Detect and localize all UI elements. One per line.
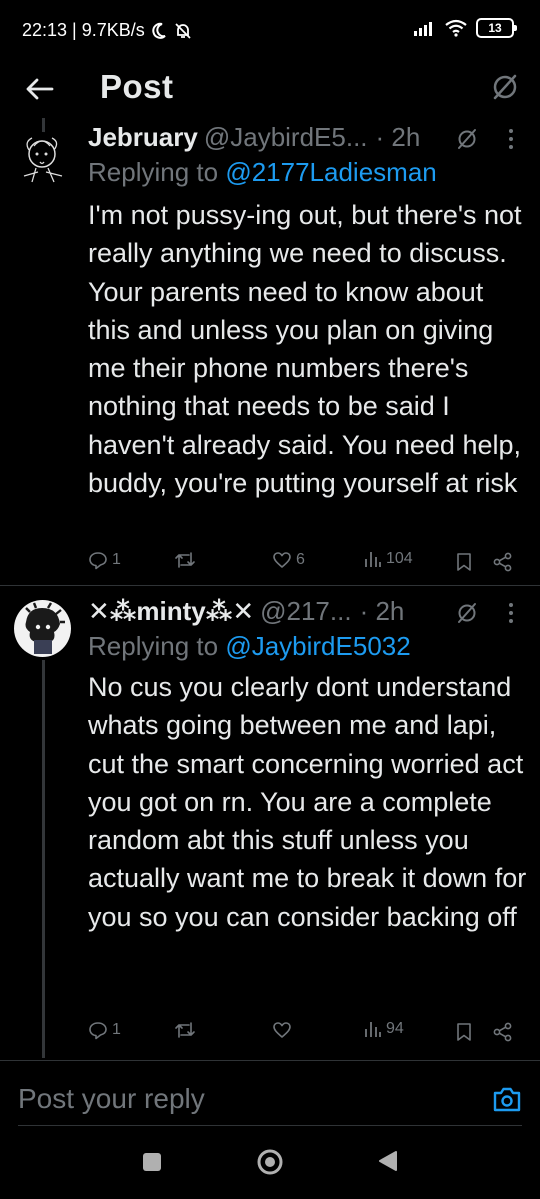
tweet-1[interactable]: Jebruary @JaybirdE5... · 2h Replying to … xyxy=(0,120,540,580)
battery-indicator: 13 xyxy=(476,18,517,38)
tweet-2[interactable]: ✕⁂minty⁂✕ @217... · 2h Replying to @Jayb… xyxy=(0,594,540,1060)
tweet-text: I'm not pussy-ing out, but there's not r… xyxy=(88,200,522,499)
views-button[interactable]: 94 xyxy=(364,1020,404,1038)
wifi-icon xyxy=(445,19,467,37)
reply-count: 1 xyxy=(112,1021,121,1038)
tweet-actions: 1 94 xyxy=(88,1020,516,1050)
display-name[interactable]: ✕⁂minty⁂✕ xyxy=(88,596,254,627)
more-icon[interactable] xyxy=(506,600,516,626)
repost-icon xyxy=(175,1022,195,1038)
timestamp[interactable]: · 2h xyxy=(360,596,405,627)
status-time-speed: 22:13 | 9.7KB/s xyxy=(22,20,145,40)
reply-count: 1 xyxy=(112,551,121,568)
back-arrow-icon[interactable] xyxy=(22,72,56,106)
avatar-drawing xyxy=(23,137,63,183)
replying-to: Replying to @2177Ladiesman xyxy=(88,157,437,188)
view-count: 104 xyxy=(386,550,413,567)
like-count: 6 xyxy=(296,551,305,568)
more-icon[interactable] xyxy=(506,126,516,152)
handle[interactable]: @217... xyxy=(260,596,351,627)
like-icon xyxy=(273,1022,291,1038)
bookmark-icon[interactable] xyxy=(456,552,472,572)
mention-link[interactable]: @2177Ladiesman xyxy=(225,157,436,187)
replying-to: Replying to @JaybirdE5032 xyxy=(88,631,411,662)
views-button[interactable]: 104 xyxy=(364,550,413,568)
views-icon xyxy=(365,552,381,567)
repost-button[interactable] xyxy=(174,550,200,570)
tweet-divider xyxy=(0,585,540,586)
reply-input[interactable] xyxy=(18,1083,458,1115)
reply-button[interactable]: 1 xyxy=(88,550,121,570)
reply-button[interactable]: 1 xyxy=(88,1020,121,1040)
like-icon xyxy=(273,552,291,568)
status-bar: 22:13 | 9.7KB/s 13 xyxy=(0,0,540,60)
replying-prefix: Replying to xyxy=(88,631,226,661)
handle[interactable]: @JaybirdE5... xyxy=(204,122,368,153)
reply-composer xyxy=(0,1060,540,1126)
mention-link[interactable]: @JaybirdE5032 xyxy=(225,631,410,661)
timestamp[interactable]: · 2h xyxy=(376,122,421,153)
share-icon[interactable] xyxy=(493,552,513,572)
like-button[interactable] xyxy=(272,1020,296,1040)
share-icon[interactable] xyxy=(493,1022,513,1042)
camera-icon[interactable] xyxy=(492,1085,522,1113)
avatar[interactable] xyxy=(14,132,71,189)
page-title: Post xyxy=(100,68,174,105)
avatar-drawing xyxy=(25,602,65,654)
repost-icon xyxy=(175,552,195,568)
muted-icon[interactable] xyxy=(490,72,520,102)
tweet-actions: 1 6 104 xyxy=(88,550,516,580)
status-right: 13 xyxy=(414,18,517,38)
views-icon xyxy=(365,1022,381,1037)
muted-icon xyxy=(458,603,476,623)
muted-icon xyxy=(458,129,476,149)
system-nav-bar xyxy=(0,1126,540,1199)
view-count: 94 xyxy=(386,1020,404,1037)
replying-prefix: Replying to xyxy=(88,157,226,187)
nav-square-icon[interactable] xyxy=(142,1152,162,1172)
nav-home-icon[interactable] xyxy=(256,1148,284,1176)
reply-icon xyxy=(89,1022,107,1040)
moon-icon xyxy=(152,22,166,39)
top-bar: Post xyxy=(0,60,540,118)
notifications-muted-icon xyxy=(175,22,191,39)
signal-icon xyxy=(414,22,432,36)
status-left: 22:13 | 9.7KB/s xyxy=(22,20,193,41)
battery-level: 13 xyxy=(488,21,502,35)
avatar[interactable] xyxy=(14,600,71,657)
display-name[interactable]: Jebruary xyxy=(88,122,198,153)
bookmark-icon[interactable] xyxy=(456,1022,472,1042)
like-button[interactable]: 6 xyxy=(272,550,305,570)
reply-icon xyxy=(89,552,107,570)
repost-button[interactable] xyxy=(174,1020,200,1040)
nav-back-icon[interactable] xyxy=(378,1150,398,1172)
tweet-text: No cus you clearly dont understand whats… xyxy=(88,672,527,932)
